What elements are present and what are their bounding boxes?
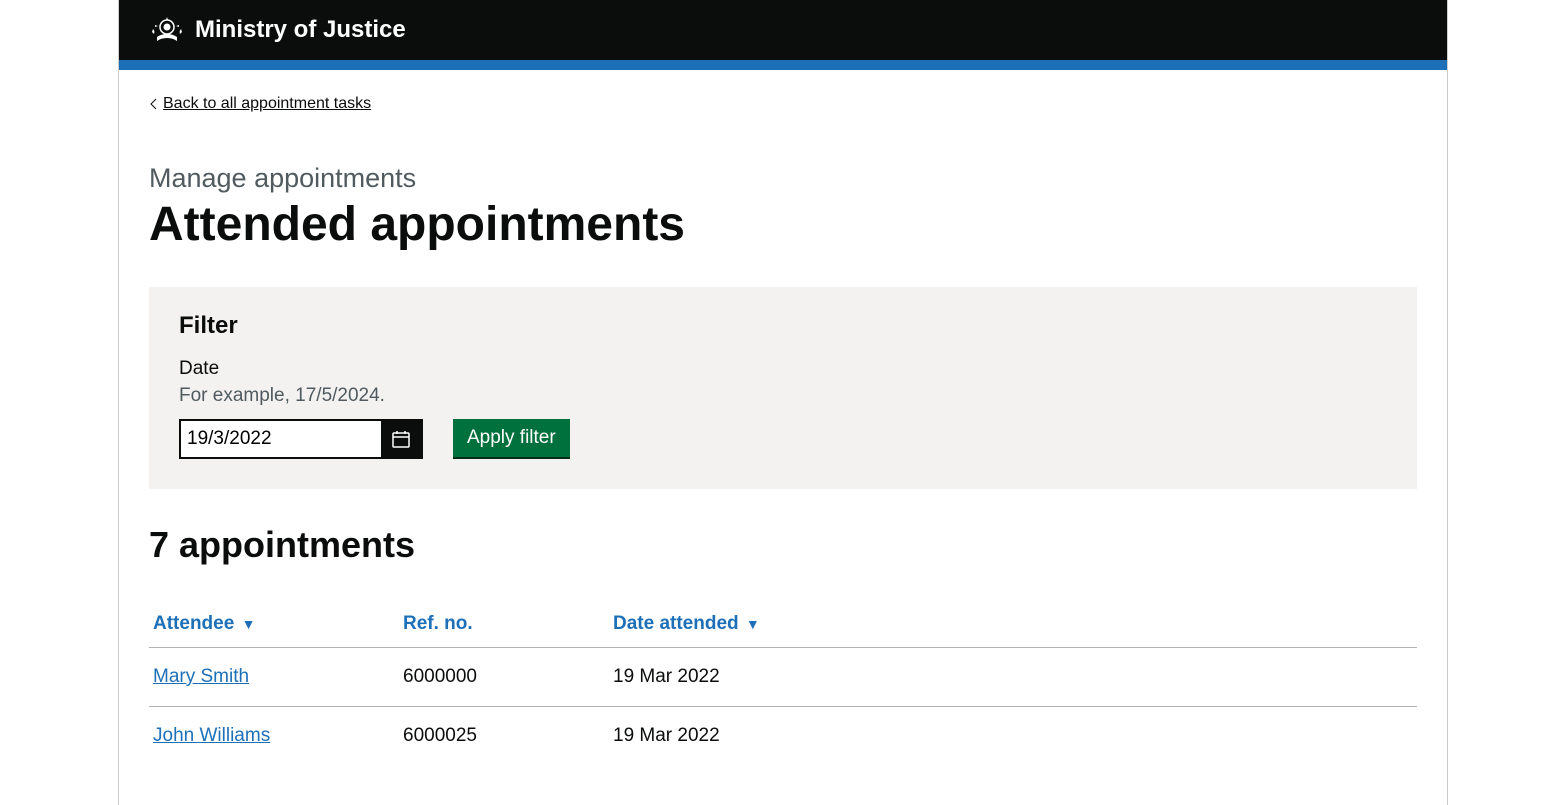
calendar-icon [391,429,411,449]
attendee-link[interactable]: Mary Smith [153,666,249,687]
crest-icon [149,15,185,45]
back-link-label: Back to all appointment tasks [163,95,371,113]
back-link[interactable]: Back to all appointment tasks [149,95,371,113]
sort-ref[interactable]: Ref. no. [403,613,473,634]
main-content: Back to all appointment tasks Manage app… [119,70,1447,805]
sort-down-icon: ▼ [242,616,256,632]
ref-cell: 6000025 [399,706,609,765]
date-input[interactable] [181,421,381,457]
sort-attendee[interactable]: Attendee ▼ [153,613,255,634]
calendar-button[interactable] [381,421,421,457]
page-caption: Manage appointments [149,163,1417,194]
filter-heading: Filter [179,312,1387,340]
apply-filter-button[interactable]: Apply filter [453,419,570,459]
filter-panel: Filter Date For example, 17/5/2024. [149,287,1417,489]
table-row: John Williams 6000025 19 Mar 2022 [149,706,1417,765]
page-title: Attended appointments [149,199,1417,252]
col-ref-label: Ref. no. [403,613,473,634]
appointments-table: Attendee ▼ Ref. no. Date attended ▼ [149,601,1417,765]
chevron-left-icon [149,98,159,110]
date-input-group [179,419,423,459]
col-date-label: Date attended [613,613,739,634]
results-count-heading: 7 appointments [149,524,1417,566]
attendee-link[interactable]: John Williams [153,725,270,746]
page-header: Ministry of Justice [119,0,1447,60]
date-cell: 19 Mar 2022 [609,647,1417,706]
service-name: Ministry of Justice [195,16,406,44]
header-accent-bar [119,60,1447,70]
sort-date[interactable]: Date attended ▼ [613,613,760,634]
col-attendee-label: Attendee [153,613,234,634]
ref-cell: 6000000 [399,647,609,706]
date-label: Date [179,358,1387,380]
table-row: Mary Smith 6000000 19 Mar 2022 [149,647,1417,706]
date-cell: 19 Mar 2022 [609,706,1417,765]
sort-down-icon: ▼ [746,616,760,632]
date-hint: For example, 17/5/2024. [179,385,1387,407]
